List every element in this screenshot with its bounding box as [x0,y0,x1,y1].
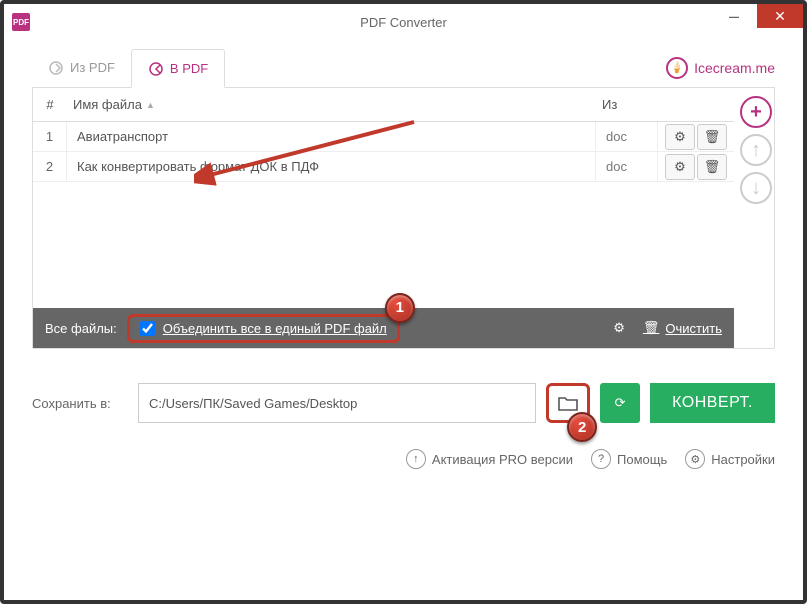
annotation-badge-2: 2 [567,412,597,442]
pro-activation-link[interactable]: ↑ Активация PRO версии [406,449,573,469]
refresh-icon: ⟳ [615,395,626,411]
row-delete-button[interactable]: 🗑 [697,124,727,150]
move-down-button[interactable]: ↓ [740,172,772,204]
brand-link[interactable]: 🍦 Icecream.me [666,57,775,79]
arrow-up-icon: ↑ [406,449,426,469]
window-title: PDF Converter [360,15,447,30]
plus-icon: + [750,101,762,124]
sort-asc-icon: ▲ [146,100,155,110]
folder-icon [558,395,578,411]
trash-icon: 🗑 [643,320,660,336]
row-settings-button[interactable]: ⚙ [665,154,695,180]
header-number[interactable]: # [33,97,67,112]
table-row[interactable]: 1 Авиатранспорт doc ⚙ 🗑 [33,122,734,152]
tab-to-pdf[interactable]: В PDF [131,49,225,88]
row-delete-button[interactable]: 🗑 [697,154,727,180]
clear-all-button[interactable]: 🗑 Очистить [643,320,722,336]
gear-icon: ⚙ [613,320,625,335]
header-from[interactable]: Из [596,97,658,112]
gear-icon: ⚙ [674,159,686,175]
all-settings-button[interactable]: ⚙ [613,320,625,336]
import-icon [148,61,164,77]
table-row[interactable]: 2 Как конвертировать формат ДОК в ПДФ do… [33,152,734,182]
file-table: # Имя файла▲ Из 1 Авиатранспорт doc ⚙ 🗑 … [33,88,734,348]
trash-icon: 🗑 [704,159,721,175]
add-file-button[interactable]: + [740,96,772,128]
save-to-label: Сохранить в: [32,396,128,411]
close-button[interactable]: ✕ [757,4,803,28]
icecream-icon: 🍦 [666,57,688,79]
gear-icon: ⚙ [674,129,686,145]
merge-checkbox[interactable] [140,321,155,336]
trash-icon: 🗑 [704,129,721,145]
gear-icon: ⚙ [685,449,705,469]
help-link[interactable]: ? Помощь [591,449,667,469]
export-icon [48,60,64,76]
app-logo-icon: PDF [12,13,30,31]
arrow-down-icon: ↓ [751,177,761,200]
all-files-label: Все файлы: [45,321,117,336]
annotation-badge-1: 1 [385,293,415,323]
row-settings-button[interactable]: ⚙ [665,124,695,150]
arrow-up-icon: ↑ [751,139,761,162]
all-files-bar: Все файлы: Объединить все в единый PDF ф… [33,308,734,348]
help-icon: ? [591,449,611,469]
convert-button[interactable]: КОНВЕРТ. [650,383,775,423]
titlebar: PDF PDF Converter – ✕ [4,4,803,40]
settings-link[interactable]: ⚙ Настройки [685,449,775,469]
move-up-button[interactable]: ↑ [740,134,772,166]
tab-from-pdf[interactable]: Из PDF [32,48,131,87]
browse-folder-button[interactable]: 2 [546,383,590,423]
merge-label[interactable]: Объединить все в единый PDF файл [163,321,387,336]
minimize-button[interactable]: – [711,4,757,28]
save-path-field[interactable]: C:/Users/ПК/Saved Games/Desktop [138,383,536,423]
refresh-button[interactable]: ⟳ [600,383,640,423]
header-filename[interactable]: Имя файла▲ [67,97,596,112]
